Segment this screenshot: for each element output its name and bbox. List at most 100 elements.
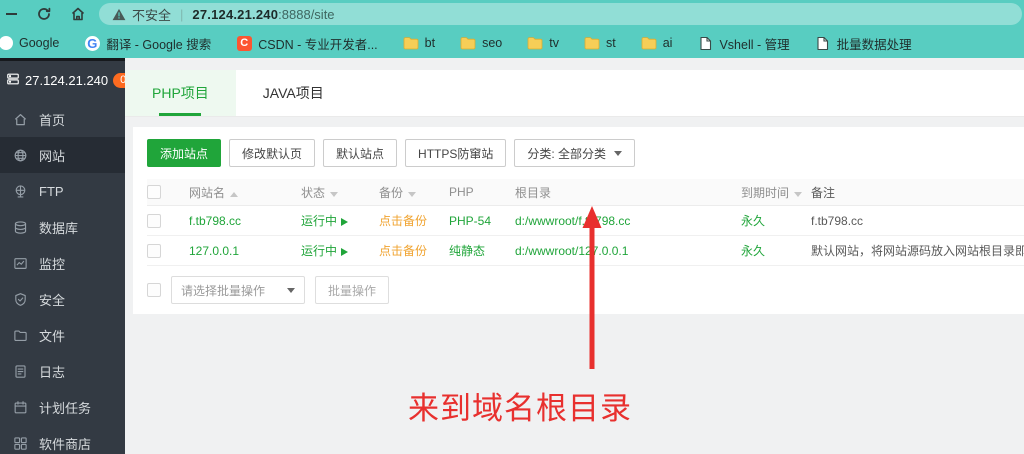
sidebar-item-label: 软件商店 bbox=[39, 436, 92, 452]
sort-down-icon bbox=[330, 191, 339, 197]
bookmark-label: 批量数据处理 bbox=[836, 37, 912, 52]
sidebar-item-label: 监控 bbox=[39, 256, 66, 272]
site-name-link[interactable]: 127.0.0.1 bbox=[189, 244, 239, 258]
col-header-root: 根目录 bbox=[515, 185, 552, 200]
batch-action-select[interactable]: 请选择批量操作 bbox=[171, 276, 305, 304]
sidebar-item-ftp[interactable]: FTP bbox=[0, 173, 125, 209]
batch-select-all-checkbox[interactable] bbox=[147, 283, 161, 297]
php-version-link[interactable]: PHP-54 bbox=[449, 214, 491, 228]
root-dir-link[interactable]: d:/wwwroot/127.0.0.1 bbox=[515, 244, 628, 258]
https-protect-button[interactable]: HTTPS防窜站 bbox=[405, 139, 507, 167]
bookmark-label: bt bbox=[424, 36, 436, 50]
sidebar-item-website[interactable]: 网站 bbox=[0, 137, 125, 173]
modify-default-page-button[interactable]: 修改默认页 bbox=[229, 139, 316, 167]
row-checkbox[interactable] bbox=[147, 213, 161, 228]
globe-icon bbox=[13, 148, 28, 163]
status-running[interactable]: 运行中 bbox=[301, 214, 337, 228]
project-tabs: PHP项目 JAVA项目 bbox=[125, 70, 1024, 117]
sort-down-icon bbox=[794, 191, 803, 197]
site-name-link[interactable]: f.tb798.cc bbox=[189, 214, 241, 228]
bookmark-csdn[interactable]: C CSDN - 专业开发者... bbox=[228, 34, 385, 53]
play-icon bbox=[341, 248, 349, 256]
category-filter-dropdown[interactable]: 分类: 全部分类 bbox=[514, 139, 636, 167]
warning-label: 不安全 bbox=[132, 7, 172, 23]
grid-icon bbox=[13, 436, 28, 451]
add-site-button[interactable]: 添加站点 bbox=[147, 139, 222, 167]
ftp-icon bbox=[13, 184, 28, 199]
expire-link[interactable]: 永久 bbox=[741, 244, 765, 258]
sidebar-item-monitor[interactable]: 监控 bbox=[0, 245, 125, 281]
sidebar-item-label: 日志 bbox=[39, 364, 66, 380]
sidebar-item-home[interactable]: 首页 bbox=[0, 101, 125, 137]
bookmark-label: st bbox=[605, 36, 616, 50]
php-version-link[interactable]: 纯静态 bbox=[449, 244, 485, 258]
table-header-row: 网站名 状态 备份 PHP 根目录 到期时间 备注 bbox=[147, 179, 1024, 206]
screen: 不安全 | 27.124.21.240:8888/site Google G 翻… bbox=[0, 0, 1024, 454]
tab-php-project[interactable]: PHP项目 bbox=[125, 70, 236, 116]
bookmark-folder-tv[interactable]: tv bbox=[519, 35, 567, 51]
sort-down-icon bbox=[408, 191, 417, 197]
col-header-status[interactable]: 状态 bbox=[301, 184, 379, 201]
bookmark-label: Google bbox=[19, 36, 60, 50]
batch-select-placeholder: 请选择批量操作 bbox=[181, 283, 266, 298]
sidebar-item-database[interactable]: 数据库 bbox=[0, 209, 125, 245]
google-g-icon: G bbox=[84, 35, 100, 51]
col-header-sitename[interactable]: 网站名 bbox=[189, 184, 301, 201]
table-row: f.tb798.cc 运行中 点击备份 PHP-54 d:/wwwroot/f.… bbox=[147, 206, 1024, 236]
address-separator: | bbox=[180, 6, 184, 22]
bookmark-label: tv bbox=[549, 36, 559, 50]
sidebar-item-appstore[interactable]: 软件商店 bbox=[0, 425, 125, 454]
default-site-button[interactable]: 默认站点 bbox=[323, 139, 398, 167]
col-header-remark: 备注 bbox=[811, 185, 836, 200]
backup-link[interactable]: 点击备份 bbox=[379, 244, 427, 258]
site-icon bbox=[0, 36, 13, 50]
sidebar-item-logs[interactable]: 日志 bbox=[0, 353, 125, 389]
bookmark-folder-ai[interactable]: ai bbox=[633, 35, 681, 51]
bookmark-batch-data[interactable]: 批量数据处理 bbox=[807, 34, 920, 53]
chevron-down-icon bbox=[287, 287, 295, 293]
sidebar-item-label: 网站 bbox=[39, 148, 66, 164]
site-remark[interactable]: 默认网站，将网站源码放入网站根目录即可访问 bbox=[811, 242, 1024, 259]
security-warning[interactable]: 不安全 bbox=[112, 5, 171, 24]
sidebar-item-files[interactable]: 文件 bbox=[0, 317, 125, 353]
bookmark-translate[interactable]: G 翻译 - Google 搜索 bbox=[76, 34, 219, 53]
col-header-expire[interactable]: 到期时间 bbox=[741, 184, 811, 201]
sidebar-item-security[interactable]: 安全 bbox=[0, 281, 125, 317]
site-remark[interactable]: f.tb798.cc bbox=[811, 214, 1024, 228]
tab-label: JAVA项目 bbox=[262, 85, 324, 101]
row-checkbox[interactable] bbox=[147, 243, 161, 258]
folder-icon bbox=[13, 328, 28, 343]
root-dir-link[interactable]: d:/wwwroot/f.tb798.cc bbox=[515, 214, 630, 228]
batch-action-button[interactable]: 批量操作 bbox=[315, 276, 390, 304]
server-icon bbox=[6, 72, 20, 89]
site-list-card: 添加站点 修改默认页 默认站点 HTTPS防窜站 分类: 全部分类 网站名 状态… bbox=[133, 127, 1024, 314]
bookmark-folder-st[interactable]: st bbox=[576, 35, 624, 51]
bookmark-label: ai bbox=[662, 36, 673, 50]
bookmark-folder-seo[interactable]: seo bbox=[452, 35, 510, 51]
select-all-checkbox[interactable] bbox=[147, 185, 161, 199]
log-icon bbox=[13, 364, 28, 379]
reload-icon[interactable] bbox=[31, 1, 57, 27]
sidebar-item-label: 文件 bbox=[39, 328, 66, 344]
table-row: 127.0.0.1 运行中 点击备份 纯静态 d:/wwwroot/127.0.… bbox=[147, 236, 1024, 266]
tab-java-project[interactable]: JAVA项目 bbox=[236, 70, 351, 116]
url-text: 27.124.21.240:8888/site bbox=[192, 7, 334, 22]
status-running[interactable]: 运行中 bbox=[301, 244, 337, 258]
sidebar-item-label: 首页 bbox=[39, 112, 66, 128]
server-header[interactable]: 27.124.21.240 0 bbox=[0, 61, 134, 101]
bookmark-vshell[interactable]: Vshell - 管理 bbox=[689, 34, 797, 53]
sidebar-item-label: 计划任务 bbox=[39, 400, 92, 416]
sidebar-item-cron[interactable]: 计划任务 bbox=[0, 389, 125, 425]
folder-icon bbox=[403, 35, 419, 51]
page-icon bbox=[815, 35, 831, 51]
bookmark-folder-bt[interactable]: bt bbox=[395, 35, 443, 51]
browser-toolbar: 不安全 | 27.124.21.240:8888/site bbox=[0, 0, 1024, 28]
expire-link[interactable]: 永久 bbox=[741, 214, 765, 228]
address-bar[interactable]: 不安全 | 27.124.21.240:8888/site bbox=[99, 3, 1022, 25]
bookmark-google[interactable]: Google bbox=[0, 36, 67, 50]
bookmark-label: seo bbox=[482, 36, 503, 50]
backup-link[interactable]: 点击备份 bbox=[379, 214, 427, 228]
home-icon[interactable] bbox=[65, 1, 91, 27]
col-header-backup[interactable]: 备份 bbox=[379, 184, 449, 201]
back-icon[interactable] bbox=[6, 13, 17, 15]
